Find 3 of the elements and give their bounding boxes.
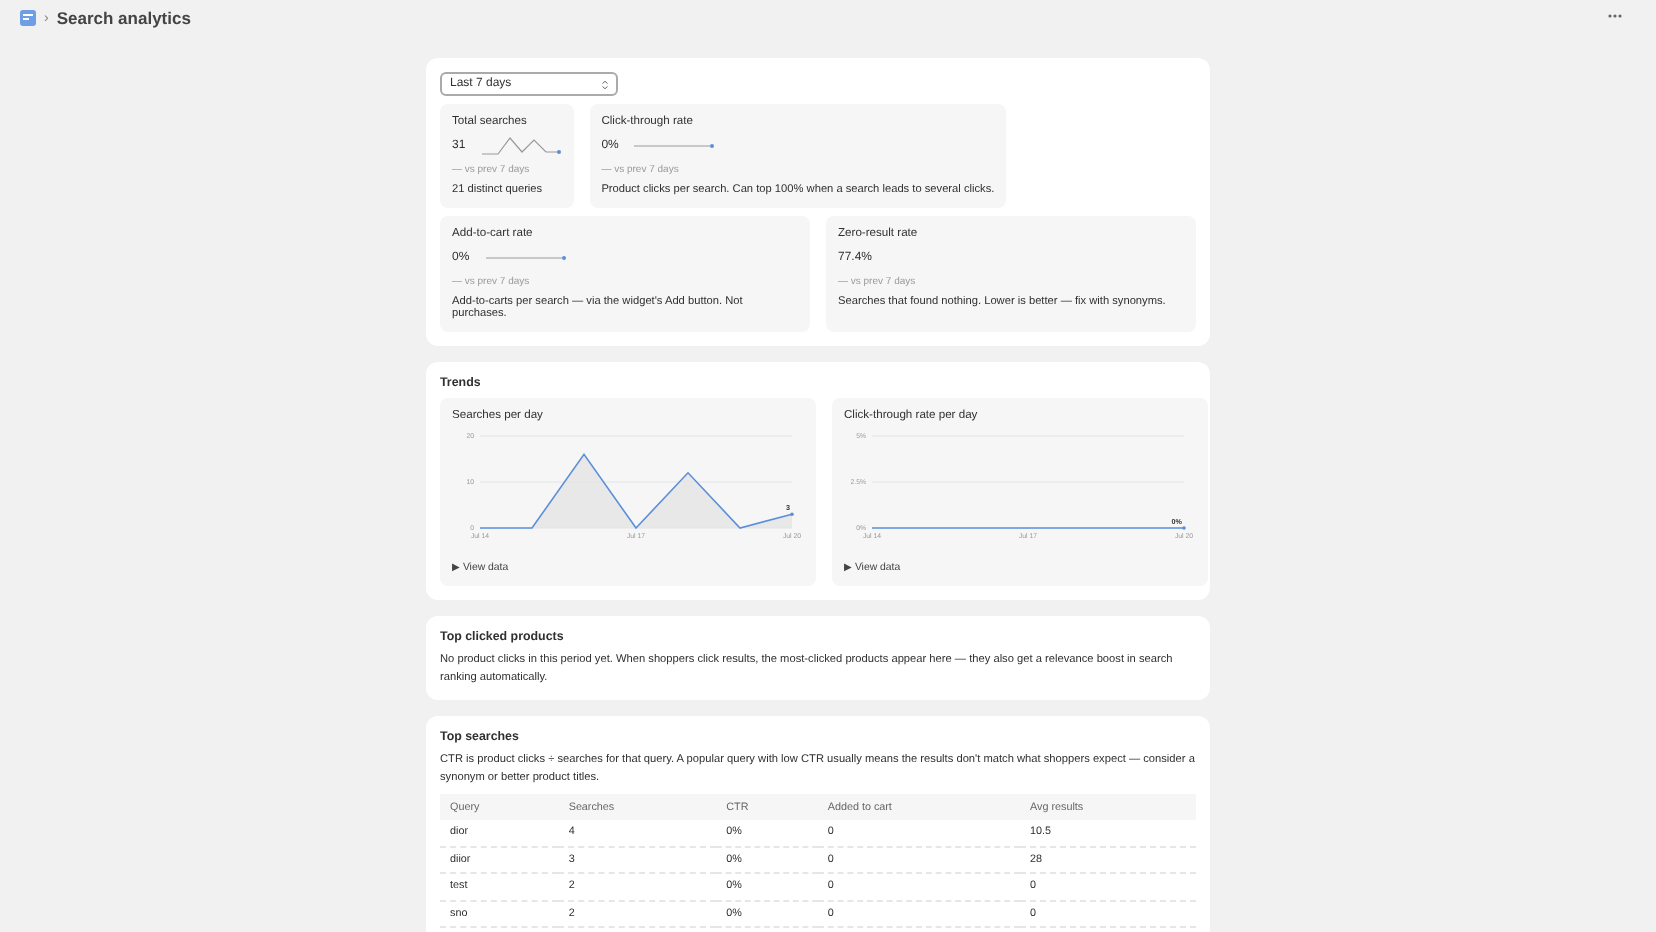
page-title: Search analytics bbox=[56, 8, 191, 28]
app-icon[interactable] bbox=[20, 10, 36, 26]
chevron-icon bbox=[602, 79, 608, 89]
